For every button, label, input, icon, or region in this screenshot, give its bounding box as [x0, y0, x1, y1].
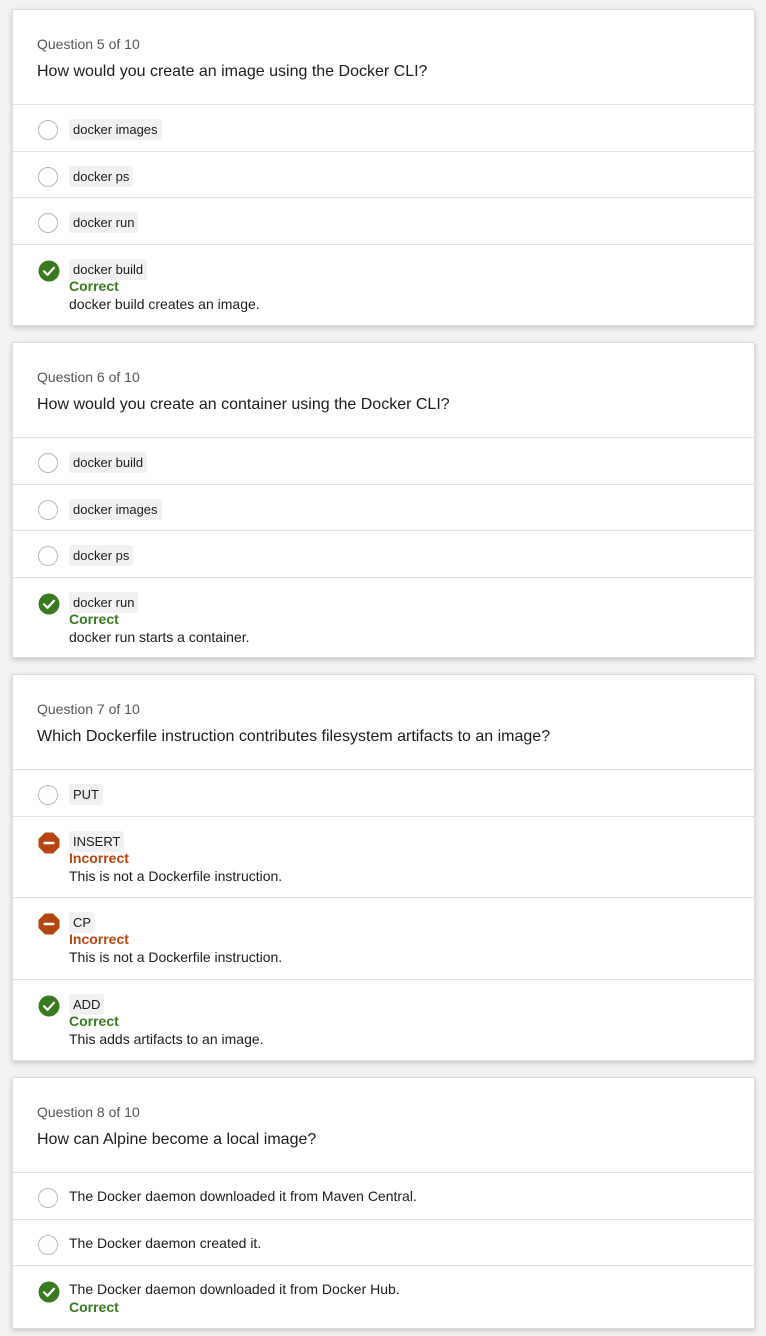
answer-option-correct[interactable]: docker build Correct docker build create… — [13, 245, 754, 327]
answer-option-correct[interactable]: ADD Correct This adds artifacts to an im… — [13, 980, 754, 1062]
radio-button[interactable] — [38, 1234, 58, 1255]
question-header: Question 5 of 10 How would you create an… — [13, 10, 754, 105]
radio-button[interactable] — [38, 453, 58, 473]
radio-button[interactable] — [38, 499, 58, 520]
feedback-explanation: docker run starts a container. — [69, 628, 250, 645]
option-label: The Docker daemon downloaded it from Doc… — [69, 1281, 400, 1297]
option-label: docker images — [69, 119, 162, 140]
option-label: The Docker daemon created it. — [69, 1234, 262, 1251]
question-card-8: Question 8 of 10 How can Alpine become a… — [12, 1077, 755, 1329]
question-card-6: Question 6 of 10 How would you create an… — [12, 342, 755, 658]
feedback-correct: Correct — [69, 1299, 119, 1315]
check-circle-icon — [38, 593, 60, 614]
feedback-explanation: This is not a Dockerfile instruction. — [69, 867, 283, 884]
feedback-explanation: This is not a Dockerfile instruction. — [69, 949, 283, 965]
answer-option[interactable]: docker images — [13, 485, 754, 531]
feedback-incorrect: Incorrect — [69, 931, 129, 947]
question-card-5: Question 5 of 10 How would you create an… — [12, 9, 755, 326]
answer-option[interactable]: docker ps — [13, 152, 754, 198]
check-circle-icon — [38, 260, 60, 281]
radio-button[interactable] — [38, 785, 58, 805]
question-number: Question 7 of 10 — [37, 701, 140, 717]
question-number: Question 5 of 10 — [37, 36, 140, 52]
answer-option-incorrect[interactable]: CP Incorrect This is not a Dockerfile in… — [13, 898, 754, 980]
radio-button[interactable] — [38, 120, 58, 140]
option-label: docker ps — [69, 165, 134, 187]
answer-option[interactable]: docker images — [13, 105, 754, 152]
option-label: docker run — [69, 212, 139, 233]
question-text: How would you create an container using … — [37, 396, 450, 413]
question-text: Which Dockerfile instruction contributes… — [37, 728, 551, 745]
radio-button[interactable] — [38, 1188, 58, 1208]
question-header: Question 8 of 10 How can Alpine become a… — [13, 1078, 754, 1173]
stop-sign-icon — [38, 832, 60, 853]
question-card-7: Question 7 of 10 Which Dockerfile instru… — [12, 674, 755, 1061]
answer-option[interactable]: docker run — [13, 198, 754, 245]
feedback-correct: Correct — [69, 610, 119, 627]
question-header: Question 6 of 10 How would you create an… — [13, 343, 754, 438]
answer-option[interactable]: PUT — [13, 770, 754, 817]
answer-option[interactable]: The Docker daemon created it. — [13, 1220, 754, 1266]
feedback-incorrect: Incorrect — [69, 849, 129, 866]
answer-option[interactable]: docker build — [13, 438, 754, 485]
answer-option-incorrect[interactable]: INSERT Incorrect This is not a Dockerfil… — [13, 817, 754, 898]
radio-button[interactable] — [38, 213, 58, 233]
radio-button[interactable] — [38, 166, 58, 187]
option-label: PUT — [69, 784, 103, 805]
option-label: docker images — [69, 498, 162, 520]
question-header: Question 7 of 10 Which Dockerfile instru… — [13, 675, 754, 770]
option-label: The Docker daemon downloaded it from Mav… — [69, 1188, 417, 1204]
answer-option-correct[interactable]: docker run Correct docker run starts a c… — [13, 578, 754, 660]
question-text: How would you create an image using the … — [37, 63, 428, 80]
radio-button[interactable] — [38, 546, 58, 566]
feedback-explanation: This adds artifacts to an image. — [69, 1030, 264, 1047]
stop-sign-icon — [38, 913, 60, 935]
option-label: docker build — [69, 452, 148, 473]
answer-option-correct[interactable]: The Docker daemon downloaded it from Doc… — [13, 1266, 754, 1328]
answer-option[interactable]: docker ps — [13, 531, 754, 578]
question-text: How can Alpine become a local image? — [37, 1131, 317, 1148]
check-circle-icon — [38, 1281, 60, 1303]
feedback-explanation: docker build creates an image. — [69, 295, 260, 312]
answer-option[interactable]: The Docker daemon downloaded it from Mav… — [13, 1173, 754, 1220]
check-circle-icon — [38, 995, 60, 1016]
question-number: Question 8 of 10 — [37, 1104, 140, 1120]
feedback-correct: Correct — [69, 1012, 119, 1029]
feedback-correct: Correct — [69, 277, 119, 294]
question-number: Question 6 of 10 — [37, 369, 140, 385]
option-label: docker ps — [69, 545, 134, 566]
